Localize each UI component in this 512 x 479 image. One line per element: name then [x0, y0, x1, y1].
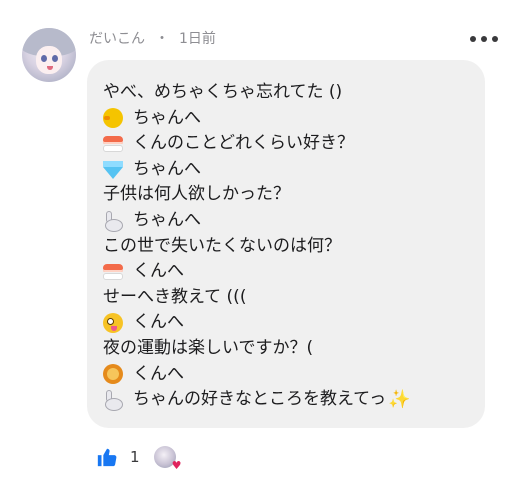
sushi-icon: [103, 263, 123, 281]
more-dot: [492, 36, 498, 42]
lion-icon: [103, 364, 123, 385]
gem-icon: [103, 160, 123, 179]
comment-line-text: 夜の運動は楽しいですか？(: [103, 337, 314, 358]
avatar[interactable]: [22, 28, 76, 82]
zany-face-icon: [103, 313, 123, 334]
comment-line-text: くんへ: [133, 312, 184, 333]
sushi-icon: [103, 135, 123, 153]
comment-bubble: やべ、めちゃくちゃ忘れてた () ちゃんへ くんのことどれくらい好き？ ちゃんへ…: [87, 60, 485, 428]
comment-timestamp: 1日前: [179, 31, 216, 47]
heart-icon: ♥: [171, 459, 182, 472]
comment-line: せーへき教えて (((: [103, 285, 467, 311]
rabbit-icon: [103, 389, 123, 411]
comment-line: 夜の運動は楽しいですか？(: [103, 336, 467, 362]
more-dot: [470, 36, 476, 42]
liker-avatar[interactable]: ♥: [153, 446, 182, 471]
comment-line: 子供は何人欲しかった？: [103, 182, 467, 208]
comment-line-text: くんのことどれくらい好き？: [133, 133, 354, 154]
comment-line: ちゃんへ: [103, 157, 467, 183]
comment-meta: だいこん ・ 1日前: [89, 28, 216, 48]
comment-line: くんのことどれくらい好き？: [103, 131, 467, 157]
more-dot: [481, 36, 487, 42]
like-count[interactable]: 1: [130, 448, 140, 466]
author-name[interactable]: だいこん: [89, 28, 145, 48]
comment-line-text: この世で失いたくないのは何？: [103, 235, 341, 256]
comment-line-text: ちゃんへ: [133, 209, 201, 230]
rabbit-icon: [103, 210, 123, 232]
comment-line: ちゃんへ: [103, 208, 467, 234]
comment-line-text: やべ、めちゃくちゃ忘れてた (): [103, 82, 343, 102]
comment-line-text: ちゃんの好きなところを教えてっ: [133, 389, 387, 410]
more-options-icon[interactable]: [470, 36, 498, 44]
comment-line-text: せーへき教えて (((: [103, 286, 247, 307]
comment-item: だいこん ・ 1日前 やべ、めちゃくちゃ忘れてた () ちゃんへ くんのことどれ…: [0, 0, 512, 479]
meta-separator: ・: [155, 31, 169, 47]
comment-line: ちゃんへ: [103, 106, 467, 132]
sparkles-icon: ✨: [388, 389, 411, 411]
comment-line-text: ちゃんへ: [133, 107, 201, 128]
comment-line-text: くんへ: [133, 261, 184, 282]
avatar-eye-left: [41, 55, 47, 62]
avatar-eye-right: [52, 55, 58, 62]
like-icon[interactable]: [96, 446, 118, 468]
comment-line: くんへ: [103, 259, 467, 285]
comment-line: くんへ: [103, 310, 467, 336]
comment-line-text: ちゃんへ: [133, 158, 201, 179]
comment-line-text: 子供は何人欲しかった？: [103, 184, 290, 205]
comment-line: この世で失いたくないのは何？: [103, 234, 467, 260]
comment-line-text: くんへ: [133, 363, 184, 384]
comment-line: やべ、めちゃくちゃ忘れてた (): [103, 80, 467, 106]
reactions-bar: 1 ♥: [96, 446, 182, 471]
comment-line: くんへ: [103, 362, 467, 388]
comment-line: ちゃんの好きなところを教えてっ ✨: [103, 387, 467, 413]
chick-icon: [103, 108, 123, 129]
